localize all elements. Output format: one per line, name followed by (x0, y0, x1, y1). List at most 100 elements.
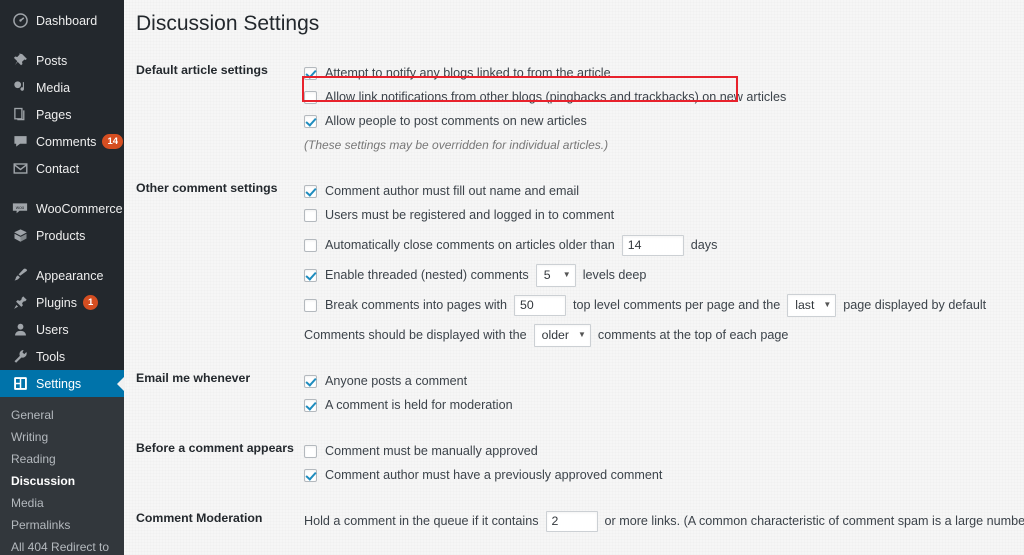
sidebar-item-users[interactable]: Users (0, 316, 124, 343)
submenu-item-media[interactable]: Media (0, 492, 124, 514)
checkbox-threaded-comments[interactable] (304, 268, 317, 282)
option-name-email[interactable]: Comment author must fill out name and em… (304, 179, 1024, 203)
media-icon (11, 80, 29, 96)
submenu-item-permalinks[interactable]: Permalinks (0, 514, 124, 536)
checkbox-allow-pingbacks[interactable] (304, 90, 317, 104)
option-label: Allow link notifications from other blog… (325, 90, 787, 104)
option-label: A comment is held for moderation (325, 398, 513, 412)
option-label-mid: top level comments per page and the (573, 298, 781, 312)
option-manual-approval[interactable]: Comment must be manually approved (304, 439, 1024, 463)
option-registered-users[interactable]: Users must be registered and logged in t… (304, 203, 1024, 227)
page-title: Discussion Settings (136, 12, 320, 35)
checkbox-manual-approval[interactable] (304, 444, 317, 458)
default-article-note: (These settings may be overridden for in… (304, 138, 609, 152)
settings-submenu: General Writing Reading Discussion Media… (0, 397, 124, 555)
main-content: Discussion Settings Default article sett… (124, 0, 1024, 555)
option-comment-order[interactable]: Comments should be displayed with the ol… (304, 323, 1024, 347)
sidebar-item-settings[interactable]: Settings (0, 370, 124, 397)
default-page-select[interactable]: last ▼ (787, 293, 837, 317)
moderation-label-after: or more links. (A common characteristic … (604, 514, 1024, 528)
select-value: older (541, 328, 569, 342)
moderation-links-input[interactable] (545, 510, 598, 532)
pin-icon (11, 53, 29, 69)
option-held-moderation[interactable]: A comment is held for moderation (304, 393, 1024, 417)
checkbox-held-moderation[interactable] (304, 398, 317, 412)
dashboard-icon (11, 13, 29, 29)
section-label: Email me whenever (136, 371, 251, 385)
chevron-down-icon: ▼ (562, 270, 571, 279)
sidebar-item-label: Products (36, 228, 86, 243)
option-auto-close[interactable]: Automatically close comments on articles… (304, 233, 1024, 257)
sidebar-item-label: Tools (36, 349, 66, 364)
section-email-me-whenever: Email me whenever Anyone posts a comment… (124, 365, 1024, 417)
checkbox-break-comments-pages[interactable] (304, 298, 317, 312)
option-label-after: comments at the top of each page (597, 328, 789, 342)
submenu-item-reading[interactable]: Reading (0, 448, 124, 470)
submenu-item-all-404-redirect[interactable]: All 404 Redirect to Homepage (0, 536, 124, 555)
checkbox-registered-users[interactable] (304, 208, 317, 222)
option-threaded-comments[interactable]: Enable threaded (nested) comments 5 ▼ le… (304, 263, 1024, 287)
sidebar-item-woocommerce[interactable]: woo WooCommerce (0, 195, 124, 222)
option-break-comments-pages[interactable]: Break comments into pages with top level… (304, 293, 1024, 317)
option-allow-comments[interactable]: Allow people to post comments on new art… (304, 109, 1024, 133)
option-label: Comment must be manually approved (325, 444, 538, 458)
sidebar-item-label: Contact (36, 161, 80, 176)
checkbox-notify-blogs[interactable] (304, 66, 317, 80)
option-label-after: page displayed by default (843, 298, 987, 312)
moderation-links-rule[interactable]: Hold a comment in the queue if it contai… (304, 509, 1024, 533)
checkbox-previously-approved[interactable] (304, 468, 317, 482)
select-value: last (795, 298, 815, 312)
sidebar-item-label: Media (36, 80, 71, 95)
pages-icon (11, 107, 29, 123)
checkbox-auto-close[interactable] (304, 238, 317, 252)
plug-icon (11, 295, 29, 311)
option-label-before: Comments should be displayed with the (304, 328, 527, 342)
submenu-item-general[interactable]: General (0, 404, 124, 426)
section-before-comment-appears: Before a comment appears Comment must be… (124, 435, 1024, 487)
checkbox-name-email[interactable] (304, 184, 317, 198)
woocommerce-icon: woo (11, 201, 29, 217)
comments-per-page-input[interactable] (514, 294, 566, 316)
option-anyone-posts[interactable]: Anyone posts a comment (304, 369, 1024, 393)
chevron-down-icon: ▼ (577, 330, 586, 339)
sidebar-item-products[interactable]: Products (0, 222, 124, 249)
sidebar-item-posts[interactable]: Posts (0, 47, 124, 74)
sidebar-item-label: Comments (36, 134, 97, 149)
threaded-levels-select[interactable]: 5 ▼ (535, 263, 576, 287)
comment-icon (11, 134, 29, 150)
sidebar-item-plugins[interactable]: Plugins 1 (0, 289, 124, 316)
sidebar-item-label: Dashboard (36, 13, 98, 28)
comments-count-badge: 14 (102, 133, 124, 150)
checkbox-allow-comments[interactable] (304, 114, 317, 128)
option-label-before: Automatically close comments on articles… (325, 238, 615, 252)
option-label: Allow people to post comments on new art… (325, 114, 587, 128)
submenu-item-discussion[interactable]: Discussion (0, 470, 124, 492)
sidebar-item-tools[interactable]: Tools (0, 343, 124, 370)
brush-icon (11, 268, 29, 284)
sidebar-item-media[interactable]: Media (0, 74, 124, 101)
option-notify-blogs[interactable]: Attempt to notify any blogs linked to fr… (304, 61, 1024, 85)
section-label: Comment Moderation (136, 511, 263, 525)
option-label: Comment author must have a previously ap… (325, 468, 663, 482)
option-previously-approved[interactable]: Comment author must have a previously ap… (304, 463, 1024, 487)
checkbox-anyone-posts[interactable] (304, 374, 317, 388)
option-allow-pingbacks[interactable]: Allow link notifications from other blog… (304, 85, 1024, 109)
sidebar-item-dashboard[interactable]: Dashboard (0, 7, 124, 34)
sidebar-item-pages[interactable]: Pages (0, 101, 124, 128)
wrench-icon (11, 349, 29, 365)
section-label: Default article settings (136, 63, 268, 77)
sidebar-item-label: Pages (36, 107, 72, 122)
sidebar-item-contact[interactable]: Contact (0, 155, 124, 182)
option-label-after: days (690, 238, 718, 252)
sidebar-item-label: Plugins (36, 295, 77, 310)
comment-order-select[interactable]: older ▼ (533, 323, 591, 347)
section-default-article-settings: Default article settings Attempt to noti… (124, 57, 1024, 157)
option-label: Comment author must fill out name and em… (325, 184, 580, 198)
sidebar-item-comments[interactable]: Comments 14 (0, 128, 124, 155)
submenu-item-writing[interactable]: Writing (0, 426, 124, 448)
option-label: Anyone posts a comment (325, 374, 468, 388)
sidebar-item-label: WooCommerce (36, 201, 123, 216)
option-label-after: levels deep (582, 268, 647, 282)
sidebar-item-appearance[interactable]: Appearance (0, 262, 124, 289)
auto-close-days-input[interactable] (621, 234, 684, 256)
